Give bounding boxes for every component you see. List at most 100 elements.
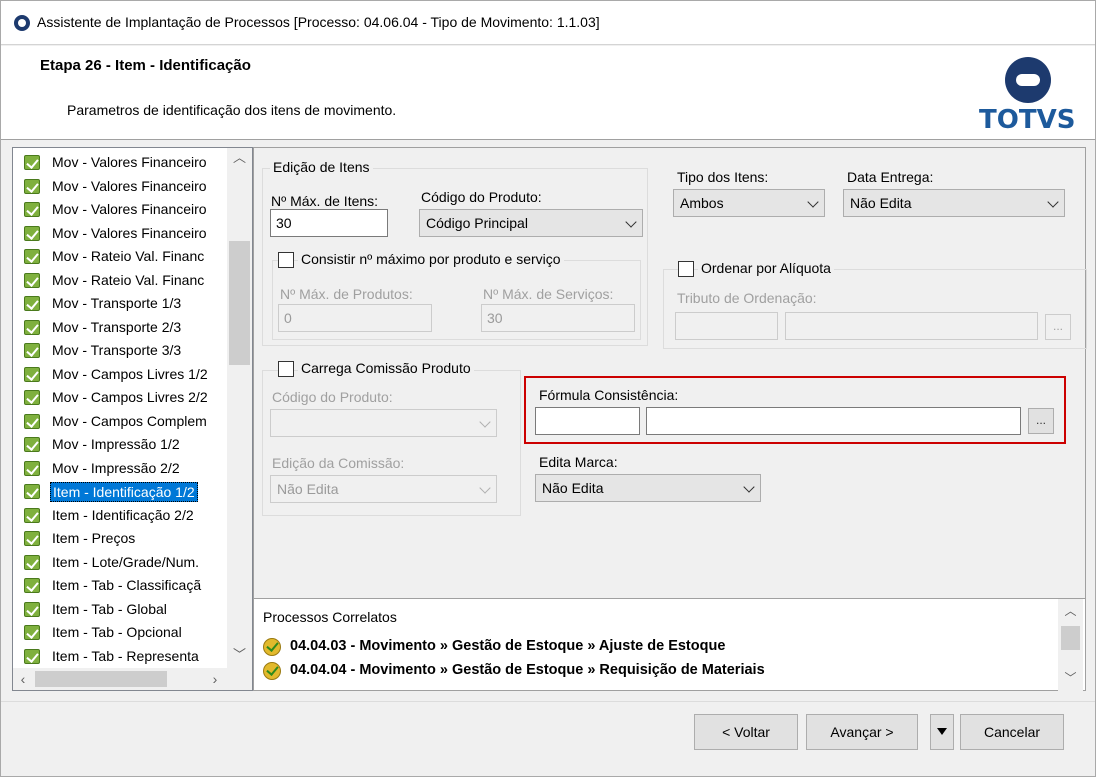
- step-item[interactable]: Mov - Valores Financeiro: [13, 222, 227, 245]
- scroll-up-arrow-icon[interactable]: ︿: [227, 148, 252, 168]
- step-header: Etapa 26 - Item - Identificação Parametr…: [1, 46, 1095, 140]
- consistir-checkbox[interactable]: [278, 252, 294, 268]
- comissao-checkbox[interactable]: [278, 361, 294, 377]
- scroll-left-arrow-icon[interactable]: ‹: [13, 668, 33, 690]
- chevron-down-icon: [1047, 196, 1059, 208]
- scroll-thumb[interactable]: [1061, 626, 1080, 650]
- step-item[interactable]: Mov - Transporte 1/3: [13, 292, 227, 315]
- scroll-down-arrow-icon[interactable]: ﹀: [1058, 669, 1083, 686]
- step-item[interactable]: Item - Preços: [13, 527, 227, 550]
- step-title: Etapa 26 - Item - Identificação: [40, 57, 251, 74]
- chevron-down-icon: [479, 416, 491, 428]
- data-entrega-value: Não Edita: [850, 195, 912, 211]
- step-item-label: Item - Identificação 2/2: [52, 506, 194, 523]
- max-itens-label: Nº Máx. de Itens:: [271, 193, 379, 209]
- tributo-label: Tributo de Ordenação:: [677, 290, 817, 306]
- processos-correlatos-panel: Processos Correlatos 04.04.03 - Moviment…: [254, 598, 1085, 691]
- step-done-check-icon: [24, 554, 40, 570]
- step-item[interactable]: Mov - Campos Livres 2/2: [13, 386, 227, 409]
- max-servicos-input[interactable]: 30: [481, 304, 635, 332]
- step-item-label: Item - Tab - Opcional: [52, 624, 182, 640]
- scroll-down-arrow-icon[interactable]: ﹀: [227, 645, 252, 665]
- data-entrega-select[interactable]: Não Edita: [843, 189, 1065, 217]
- window-title: Assistente de Implantação de Processos […: [37, 14, 600, 30]
- dropdown-triangle-icon: [937, 728, 947, 735]
- cancelar-button[interactable]: Cancelar: [960, 714, 1064, 750]
- step-item[interactable]: Mov - Valores Financeiro: [13, 151, 227, 174]
- chevron-down-icon: [479, 482, 491, 494]
- codigo-produto-label: Código do Produto:: [421, 189, 542, 205]
- step-item[interactable]: Mov - Impressão 2/2: [13, 457, 227, 480]
- scroll-right-arrow-icon[interactable]: ›: [205, 668, 225, 690]
- tipo-itens-value: Ambos: [680, 195, 724, 211]
- avancar-button[interactable]: Avançar >: [806, 714, 918, 750]
- tipo-itens-label: Tipo dos Itens:: [677, 169, 769, 185]
- step-item-label: Mov - Impressão 2/2: [52, 459, 180, 476]
- formula-code-input[interactable]: [535, 407, 640, 435]
- comissao-edicao-select[interactable]: Não Edita: [270, 475, 497, 503]
- step-item[interactable]: Item - Tab - Global: [13, 598, 227, 621]
- step-item[interactable]: Mov - Transporte 3/3: [13, 339, 227, 362]
- step-done-check-icon: [24, 484, 40, 499]
- step-item-label: Item - Identificação 1/2: [50, 482, 198, 502]
- edita-marca-select[interactable]: Não Edita: [535, 474, 761, 502]
- step-item[interactable]: Mov - Rateio Val. Financ: [13, 245, 227, 268]
- step-item[interactable]: Mov - Valores Financeiro: [13, 175, 227, 198]
- scroll-thumb[interactable]: [35, 671, 167, 687]
- step-done-check-icon: [24, 413, 40, 429]
- voltar-button[interactable]: < Voltar: [694, 714, 798, 750]
- title-bar: Assistente de Implantação de Processos […: [1, 1, 1095, 45]
- comissao-codigo-select[interactable]: [270, 409, 497, 437]
- step-item[interactable]: Item - Tab - Representa: [13, 645, 227, 668]
- step-item[interactable]: Item - Lote/Grade/Num.: [13, 551, 227, 574]
- step-done-check-icon: [24, 155, 40, 170]
- steps-vertical-scrollbar[interactable]: ︿ ﹀: [227, 148, 252, 668]
- step-item[interactable]: Mov - Campos Livres 1/2: [13, 363, 227, 386]
- step-item[interactable]: Mov - Transporte 2/3: [13, 316, 227, 339]
- step-done-check-icon: [24, 178, 40, 194]
- tributo-lookup-button[interactable]: ...: [1045, 314, 1071, 340]
- step-item[interactable]: Mov - Rateio Val. Financ: [13, 269, 227, 292]
- correlatos-scrollbar[interactable]: ︿ ﹀: [1058, 599, 1083, 691]
- step-item[interactable]: Mov - Valores Financeiro: [13, 198, 227, 221]
- step-item-label: Item - Tab - Global: [52, 600, 167, 617]
- scroll-up-arrow-icon[interactable]: ︿: [1058, 602, 1083, 619]
- step-item-label: Mov - Campos Livres 1/2: [52, 365, 208, 382]
- process-check-icon: [263, 662, 281, 680]
- ordenar-checkbox[interactable]: [678, 261, 694, 277]
- correlato-text: 04.04.04 - Movimento » Gestão de Estoque…: [290, 662, 765, 678]
- step-item-label: Item - Lote/Grade/Num.: [52, 553, 200, 570]
- scroll-thumb[interactable]: [229, 241, 250, 365]
- tributo-code-input[interactable]: [675, 312, 778, 340]
- step-done-check-icon: [24, 578, 40, 593]
- step-done-check-icon: [24, 202, 40, 217]
- codigo-produto-select[interactable]: Código Principal: [419, 209, 643, 237]
- step-description: Parametros de identificação dos itens de…: [67, 102, 397, 118]
- step-item-label: Mov - Transporte 1/3: [52, 295, 182, 311]
- steps-horizontal-scrollbar[interactable]: ‹ ›: [13, 668, 252, 690]
- step-item-label: Mov - Rateio Val. Financ: [52, 248, 205, 264]
- totvs-logo: TOTVS: [979, 57, 1079, 137]
- formula-lookup-button[interactable]: ...: [1028, 408, 1054, 434]
- chevron-down-icon: [807, 196, 819, 208]
- max-itens-input[interactable]: 30: [270, 209, 388, 237]
- edita-marca-label: Edita Marca:: [539, 454, 618, 470]
- step-item[interactable]: Item - Identificação 2/2: [13, 504, 227, 527]
- totvs-logo-icon: [1005, 57, 1051, 103]
- more-options-button[interactable]: [930, 714, 954, 750]
- step-item[interactable]: Item - Tab - Classificaçã: [13, 574, 227, 597]
- step-item[interactable]: Mov - Impressão 1/2: [13, 433, 227, 456]
- chevron-down-icon: [625, 216, 637, 228]
- step-item-label: Mov - Campos Complem: [52, 412, 207, 429]
- step-item[interactable]: Mov - Campos Complem: [13, 410, 227, 433]
- step-item[interactable]: Item - Tab - Opcional: [13, 621, 227, 644]
- footer-separator: [1, 701, 1095, 702]
- max-produtos-input[interactable]: 0: [278, 304, 432, 332]
- tributo-desc-input[interactable]: [785, 312, 1038, 340]
- tipo-itens-select[interactable]: Ambos: [673, 189, 825, 217]
- step-item-label: Mov - Valores Financeiro: [52, 177, 207, 194]
- steps-list[interactable]: Mov - Valores Financeiro Mov - Valores Fi…: [12, 147, 253, 691]
- step-done-check-icon: [24, 225, 40, 241]
- step-item[interactable]: Item - Identificação 1/2: [13, 480, 227, 503]
- formula-desc-input[interactable]: [646, 407, 1021, 435]
